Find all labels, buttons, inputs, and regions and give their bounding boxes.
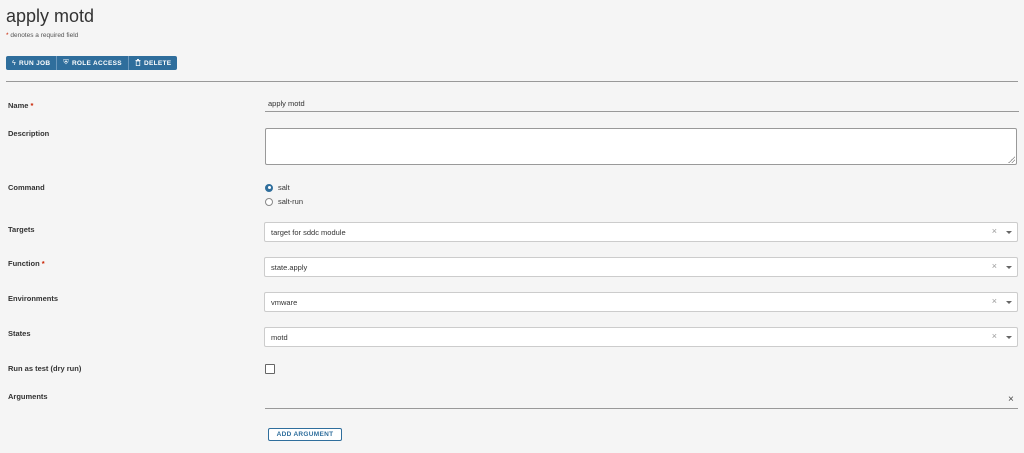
close-icon[interactable]: × [1008, 394, 1014, 405]
role-access-label: ROLE ACCESS [71, 59, 122, 67]
lightning-icon: ϟ [12, 59, 17, 67]
caret-down-icon[interactable] [1006, 266, 1012, 269]
states-select[interactable]: motd × [264, 327, 1018, 347]
states-value: motd [271, 333, 288, 342]
radio-unselected[interactable] [265, 197, 273, 206]
close-icon[interactable]: × [992, 296, 997, 306]
function-label: Function * [8, 259, 45, 268]
required-star: * [41, 259, 45, 268]
command-option-salt-label: salt [278, 183, 290, 192]
caret-down-icon[interactable] [1006, 301, 1012, 304]
environments-select[interactable]: vmware × [264, 292, 1018, 312]
name-label: Name * [8, 101, 33, 110]
arguments-label: Arguments [8, 392, 48, 401]
required-star: * [30, 101, 34, 110]
delete-label: DELETE [143, 59, 172, 67]
resize-handle-icon[interactable] [1008, 156, 1015, 163]
add-argument-button[interactable]: ADD ARGUMENT [268, 428, 342, 441]
required-note: * denotes a required field [6, 32, 78, 39]
required-star: * [6, 32, 9, 39]
shield-icon: ⛨ [63, 59, 69, 66]
name-label-text: Name [8, 101, 29, 110]
close-icon[interactable]: × [992, 261, 997, 271]
environments-value: vmware [271, 298, 298, 307]
role-access-button[interactable]: ⛨ ROLE ACCESS [57, 56, 129, 70]
close-icon[interactable]: × [992, 226, 997, 236]
states-label: States [8, 329, 31, 338]
run-job-label: RUN JOB [19, 59, 51, 67]
dry-run-label: Run as test (dry run) [8, 364, 82, 373]
function-select[interactable]: state.apply × [264, 257, 1018, 277]
function-label-text: Function [8, 259, 40, 268]
dry-run-checkbox[interactable] [265, 364, 275, 374]
description-textarea[interactable] [265, 128, 1017, 165]
targets-select[interactable]: target for sddc module × [264, 222, 1018, 242]
command-option-salt-run-label: salt-run [278, 197, 304, 206]
header-divider [6, 81, 1018, 82]
caret-down-icon[interactable] [1006, 336, 1012, 339]
close-icon[interactable]: × [992, 331, 997, 341]
action-toolbar: ϟ RUN JOB ⛨ ROLE ACCESS DELETE [6, 56, 178, 70]
run-job-button[interactable]: ϟ RUN JOB [6, 56, 58, 70]
page-title: apply motd [6, 6, 95, 26]
targets-label: Targets [8, 225, 35, 234]
delete-button[interactable]: DELETE [128, 56, 178, 70]
required-note-text: denotes a required field [10, 32, 79, 39]
name-input[interactable]: apply motd [265, 99, 1019, 112]
function-value: state.apply [271, 263, 308, 272]
command-option-salt-run[interactable]: salt-run [265, 197, 303, 206]
radio-selected[interactable] [265, 183, 273, 192]
targets-value: target for sddc module [271, 228, 346, 237]
command-label: Command [8, 183, 45, 192]
trash-icon [135, 58, 141, 68]
argument-input[interactable] [265, 408, 1018, 409]
caret-down-icon[interactable] [1006, 231, 1012, 234]
description-label: Description [8, 129, 50, 138]
command-option-salt[interactable]: salt [265, 183, 290, 192]
environments-label: Environments [8, 294, 59, 303]
